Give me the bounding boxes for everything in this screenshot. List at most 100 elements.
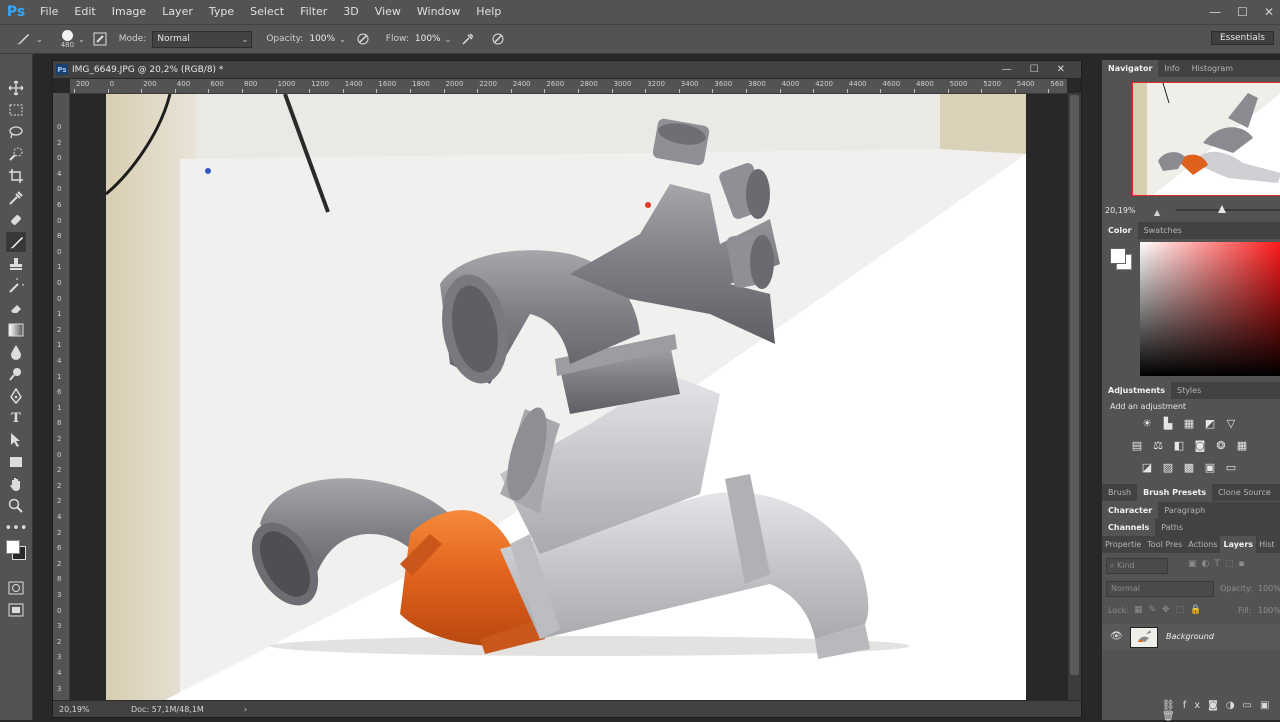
marquee-tool-icon[interactable] xyxy=(6,100,26,120)
workspace-switcher[interactable]: Essentials xyxy=(1210,31,1274,45)
color-swatches[interactable] xyxy=(4,538,28,562)
gradient-tool-icon[interactable] xyxy=(6,320,26,340)
pressure-size-icon[interactable] xyxy=(489,30,507,48)
tab-layers[interactable]: Layers xyxy=(1220,536,1257,553)
layer-actions-icons[interactable]: ⛓fx◙◑▭▣🗑 xyxy=(1162,700,1280,722)
doc-minimize-button[interactable]: — xyxy=(1002,64,1012,75)
menu-file[interactable]: File xyxy=(32,0,66,24)
tab-channels[interactable]: Channels xyxy=(1102,519,1156,536)
brush-size-picker[interactable]: 480 xyxy=(61,29,74,49)
airbrush-icon[interactable] xyxy=(459,30,477,48)
doc-maximize-button[interactable]: ☐ xyxy=(1030,64,1039,75)
app-close-button[interactable]: ✕ xyxy=(1264,5,1274,19)
tab-clone-source[interactable]: Clone Source xyxy=(1212,484,1277,501)
navigator-zoom-slider[interactable] xyxy=(1176,205,1280,213)
menu-layer[interactable]: Layer xyxy=(154,0,201,24)
pressure-opacity-icon[interactable] xyxy=(354,30,372,48)
mode-select[interactable]: Normal ⌄ xyxy=(152,30,253,48)
tab-styles[interactable]: Styles xyxy=(1171,382,1207,399)
color-fg-swatch[interactable] xyxy=(1110,248,1126,264)
screen-mode-icon[interactable] xyxy=(6,600,26,620)
eraser-tool-icon[interactable] xyxy=(6,298,26,318)
color-balance-icon[interactable]: ⚖ xyxy=(1151,439,1165,452)
chevron-down-icon[interactable]: ⌄ xyxy=(78,35,85,44)
color-picker-field[interactable] xyxy=(1140,242,1280,376)
menu-view[interactable]: View xyxy=(367,0,409,24)
tab-properties[interactable]: Propertie xyxy=(1102,536,1144,553)
tab-color[interactable]: Color xyxy=(1102,222,1138,239)
gradient-map-icon[interactable]: ▭ xyxy=(1224,461,1238,474)
quick-selection-tool-icon[interactable] xyxy=(6,144,26,164)
opacity-value[interactable]: 100% xyxy=(309,34,335,44)
tab-paragraph[interactable]: Paragraph xyxy=(1158,502,1211,519)
blur-tool-icon[interactable] xyxy=(6,342,26,362)
tab-histogram[interactable]: Histogram xyxy=(1186,60,1240,77)
menu-window[interactable]: Window xyxy=(409,0,468,24)
tab-brush-presets[interactable]: Brush Presets xyxy=(1137,484,1213,501)
crop-tool-icon[interactable] xyxy=(6,166,26,186)
zoom-slider-thumb[interactable] xyxy=(1218,205,1226,213)
app-maximize-button[interactable]: ☐ xyxy=(1237,5,1248,19)
exposure-icon[interactable]: ◩ xyxy=(1203,417,1217,430)
hue-saturation-icon[interactable]: ▤ xyxy=(1130,439,1144,452)
tab-history[interactable]: Hist xyxy=(1256,536,1278,553)
brush-tool-preset-icon[interactable] xyxy=(14,30,32,48)
foreground-color-swatch[interactable] xyxy=(6,540,20,554)
vibrance-icon[interactable]: ▽ xyxy=(1224,417,1238,430)
more-tools-icon[interactable]: ••• xyxy=(5,518,28,538)
brush-tool-icon[interactable] xyxy=(6,232,26,252)
layer-opacity-value[interactable]: 100% xyxy=(1258,584,1280,593)
clone-stamp-tool-icon[interactable] xyxy=(6,254,26,274)
curves-icon[interactable]: ▦ xyxy=(1182,417,1196,430)
menu-filter[interactable]: Filter xyxy=(292,0,335,24)
black-white-icon[interactable]: ◧ xyxy=(1172,439,1186,452)
scrollbar-thumb[interactable] xyxy=(1070,95,1079,675)
menu-help[interactable]: Help xyxy=(468,0,509,24)
tab-character[interactable]: Character xyxy=(1102,502,1159,519)
history-brush-tool-icon[interactable] xyxy=(6,276,26,296)
document-tab[interactable]: Ps IMG_6649.JPG @ 20,2% (RGB/8) * — ☐ ✕ xyxy=(53,61,1081,78)
brightness-contrast-icon[interactable]: ☀ xyxy=(1140,417,1154,430)
selective-color-icon[interactable]: ▣ xyxy=(1203,461,1217,474)
layer-filter-select[interactable]: ⌕ Kind xyxy=(1106,558,1168,574)
tab-navigator[interactable]: Navigator xyxy=(1102,60,1159,77)
menu-edit[interactable]: Edit xyxy=(66,0,103,24)
menu-image[interactable]: Image xyxy=(104,0,154,24)
app-minimize-button[interactable]: — xyxy=(1209,5,1221,19)
tab-paths[interactable]: Paths xyxy=(1155,519,1189,536)
menu-type[interactable]: Type xyxy=(201,0,242,24)
invert-icon[interactable]: ◪ xyxy=(1140,461,1154,474)
navigator-thumbnail[interactable] xyxy=(1132,82,1280,196)
doc-close-button[interactable]: ✕ xyxy=(1057,64,1065,75)
horizontal-ruler[interactable]: 200 0 200 400 600 800 1000 1200 1400 1600 1800 2000… xyxy=(70,79,1067,94)
tab-adjustments[interactable]: Adjustments xyxy=(1102,382,1171,399)
type-tool-icon[interactable]: T xyxy=(6,408,26,428)
chevron-down-icon[interactable]: ⌄ xyxy=(445,35,452,44)
tab-brush[interactable]: Brush xyxy=(1102,484,1137,501)
fill-value[interactable]: 100% xyxy=(1258,606,1280,615)
color-panel-swatches[interactable] xyxy=(1108,246,1132,270)
photo-filter-icon[interactable]: ◙ xyxy=(1193,439,1207,452)
tab-swatches[interactable]: Swatches xyxy=(1138,222,1188,239)
tab-actions[interactable]: Actions xyxy=(1185,536,1220,553)
brush-panel-toggle-icon[interactable] xyxy=(91,30,109,48)
tab-tool-presets[interactable]: Tool Pres xyxy=(1144,536,1185,553)
rectangle-tool-icon[interactable] xyxy=(6,452,26,472)
flow-value[interactable]: 100% xyxy=(415,34,441,44)
eyedropper-tool-icon[interactable] xyxy=(6,188,26,208)
vertical-ruler[interactable]: 02040608010012141618202224262830323436 xyxy=(53,93,70,700)
eye-icon[interactable]: 👁 xyxy=(1110,631,1123,642)
threshold-icon[interactable]: ▩ xyxy=(1182,461,1196,474)
channel-mixer-icon[interactable]: ❂ xyxy=(1214,439,1228,452)
levels-icon[interactable]: ▙ xyxy=(1161,417,1175,430)
canvas-area[interactable] xyxy=(70,94,1067,700)
lock-icons[interactable]: ▦✎✥⬚🔒 xyxy=(1134,605,1207,615)
dodge-tool-icon[interactable] xyxy=(6,364,26,384)
color-lookup-icon[interactable]: ▦ xyxy=(1235,439,1249,452)
pen-tool-icon[interactable] xyxy=(6,386,26,406)
zoom-tool-icon[interactable] xyxy=(6,496,26,516)
menu-select[interactable]: Select xyxy=(242,0,292,24)
chevron-down-icon[interactable]: ⌄ xyxy=(36,35,43,44)
chevron-down-icon[interactable]: ⌄ xyxy=(339,35,346,44)
layer-filter-icons[interactable]: ▣◐T⬚▪ xyxy=(1188,559,1249,569)
